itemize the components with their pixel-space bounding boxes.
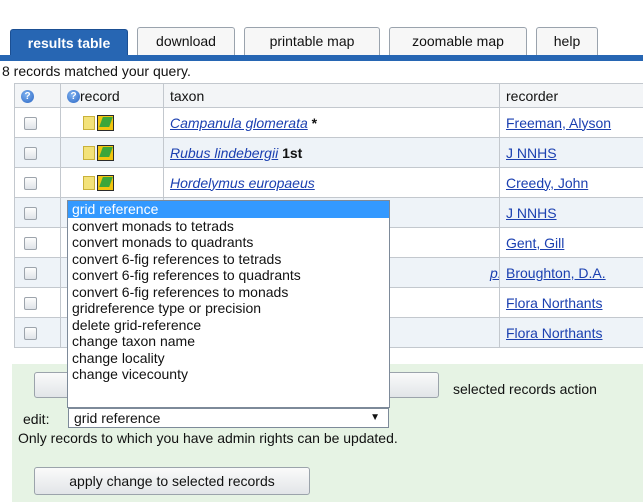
recorder-link[interactable]: Flora Northants	[506, 325, 602, 341]
edit-icon[interactable]	[97, 115, 114, 132]
row-checkbox[interactable]	[24, 207, 37, 221]
row-checkbox[interactable]	[24, 237, 37, 251]
tab-download[interactable]: download	[137, 27, 235, 55]
edit-icon[interactable]	[97, 175, 114, 192]
admin-note: Only records to which you have admin rig…	[18, 430, 398, 446]
taxon-flag: *	[307, 114, 318, 131]
select-all-header[interactable]: ?	[14, 83, 61, 108]
row-checkbox[interactable]	[24, 267, 37, 281]
recorder-link[interactable]: Creedy, John	[506, 175, 588, 191]
taxon-header: taxon	[163, 83, 500, 108]
option-gridreference-type[interactable]: gridreference type or precision	[68, 300, 389, 317]
recorder-link[interactable]: Gent, Gill	[506, 235, 564, 251]
option-convert-monads-to-quadrants[interactable]: convert monads to quadrants	[68, 234, 389, 251]
tab-results-table[interactable]: results table	[10, 29, 128, 56]
recorder-link[interactable]: Flora Northants	[506, 295, 602, 311]
option-change-vicecounty[interactable]: change vicecounty	[68, 366, 389, 383]
tab-printable-map[interactable]: printable map	[244, 27, 380, 55]
option-convert-monads-to-tetrads[interactable]: convert monads to tetrads	[68, 218, 389, 235]
tab-underline	[0, 55, 643, 61]
tab-zoomable-map[interactable]: zoomable map	[389, 27, 527, 55]
option-convert-6fig-to-quadrants[interactable]: convert 6-fig references to quadrants	[68, 267, 389, 284]
dropdown-arrow-icon[interactable]: ▼	[370, 409, 380, 427]
edit-label: edit:	[23, 411, 50, 427]
info-icon[interactable]: ?	[67, 90, 80, 104]
option-delete-grid-reference[interactable]: delete grid-reference	[68, 317, 389, 334]
row-checkbox[interactable]	[24, 327, 37, 341]
taxon-link[interactable]: Rubus lindebergii	[170, 145, 278, 161]
record-header: ? record	[60, 83, 164, 108]
tab-help[interactable]: help	[536, 27, 598, 55]
taxon-link[interactable]: Hordelymus europaeus	[170, 175, 315, 191]
document-icon[interactable]	[83, 146, 95, 161]
edit-select-value: grid reference	[74, 410, 161, 426]
taxon-flag: 1st	[278, 144, 303, 161]
row-checkbox[interactable]	[24, 177, 37, 191]
document-icon[interactable]	[83, 176, 95, 191]
apply-change-button[interactable]: apply change to selected records	[34, 467, 310, 495]
option-convert-6fig-to-monads[interactable]: convert 6-fig references to monads	[68, 284, 389, 301]
info-icon[interactable]: ?	[21, 90, 34, 104]
row-checkbox[interactable]	[24, 147, 37, 161]
row-checkbox[interactable]	[24, 117, 37, 131]
option-convert-6fig-to-tetrads[interactable]: convert 6-fig references to tetrads	[68, 251, 389, 268]
tab-bar: results table download printable map zoo…	[0, 0, 643, 61]
recorder-link[interactable]: J NNHS	[506, 205, 557, 221]
edit-select[interactable]: grid reference ▼	[68, 408, 389, 428]
recorder-header: recorder	[499, 83, 643, 108]
table-row: Campanula glomerata * Freeman, Alyson	[14, 107, 643, 138]
edit-icon[interactable]	[97, 145, 114, 162]
recorder-link[interactable]: J NNHS	[506, 145, 557, 161]
selected-records-action-label: selected records action	[453, 381, 597, 397]
taxon-link[interactable]: Campanula glomerata	[170, 115, 308, 131]
option-change-taxon-name[interactable]: change taxon name	[68, 333, 389, 350]
recorder-link[interactable]: Freeman, Alyson	[506, 115, 611, 131]
table-row: Rubus lindebergii 1st J NNHS	[14, 137, 643, 168]
taxon-link[interactable]: p. japonica	[490, 265, 499, 281]
table-row: Hordelymus europaeus Creedy, John	[14, 167, 643, 198]
document-icon[interactable]	[83, 116, 95, 131]
option-change-locality[interactable]: change locality	[68, 350, 389, 367]
row-checkbox[interactable]	[24, 297, 37, 311]
edit-options-list[interactable]: grid reference convert monads to tetrads…	[67, 200, 390, 408]
recorder-link[interactable]: Broughton, D.A.	[506, 265, 606, 281]
records-matched-status: 8 records matched your query.	[2, 63, 191, 79]
record-header-label: record	[80, 87, 120, 104]
option-grid-reference[interactable]: grid reference	[68, 201, 389, 218]
table-header-row: ? ? record taxon recorder	[14, 83, 643, 108]
